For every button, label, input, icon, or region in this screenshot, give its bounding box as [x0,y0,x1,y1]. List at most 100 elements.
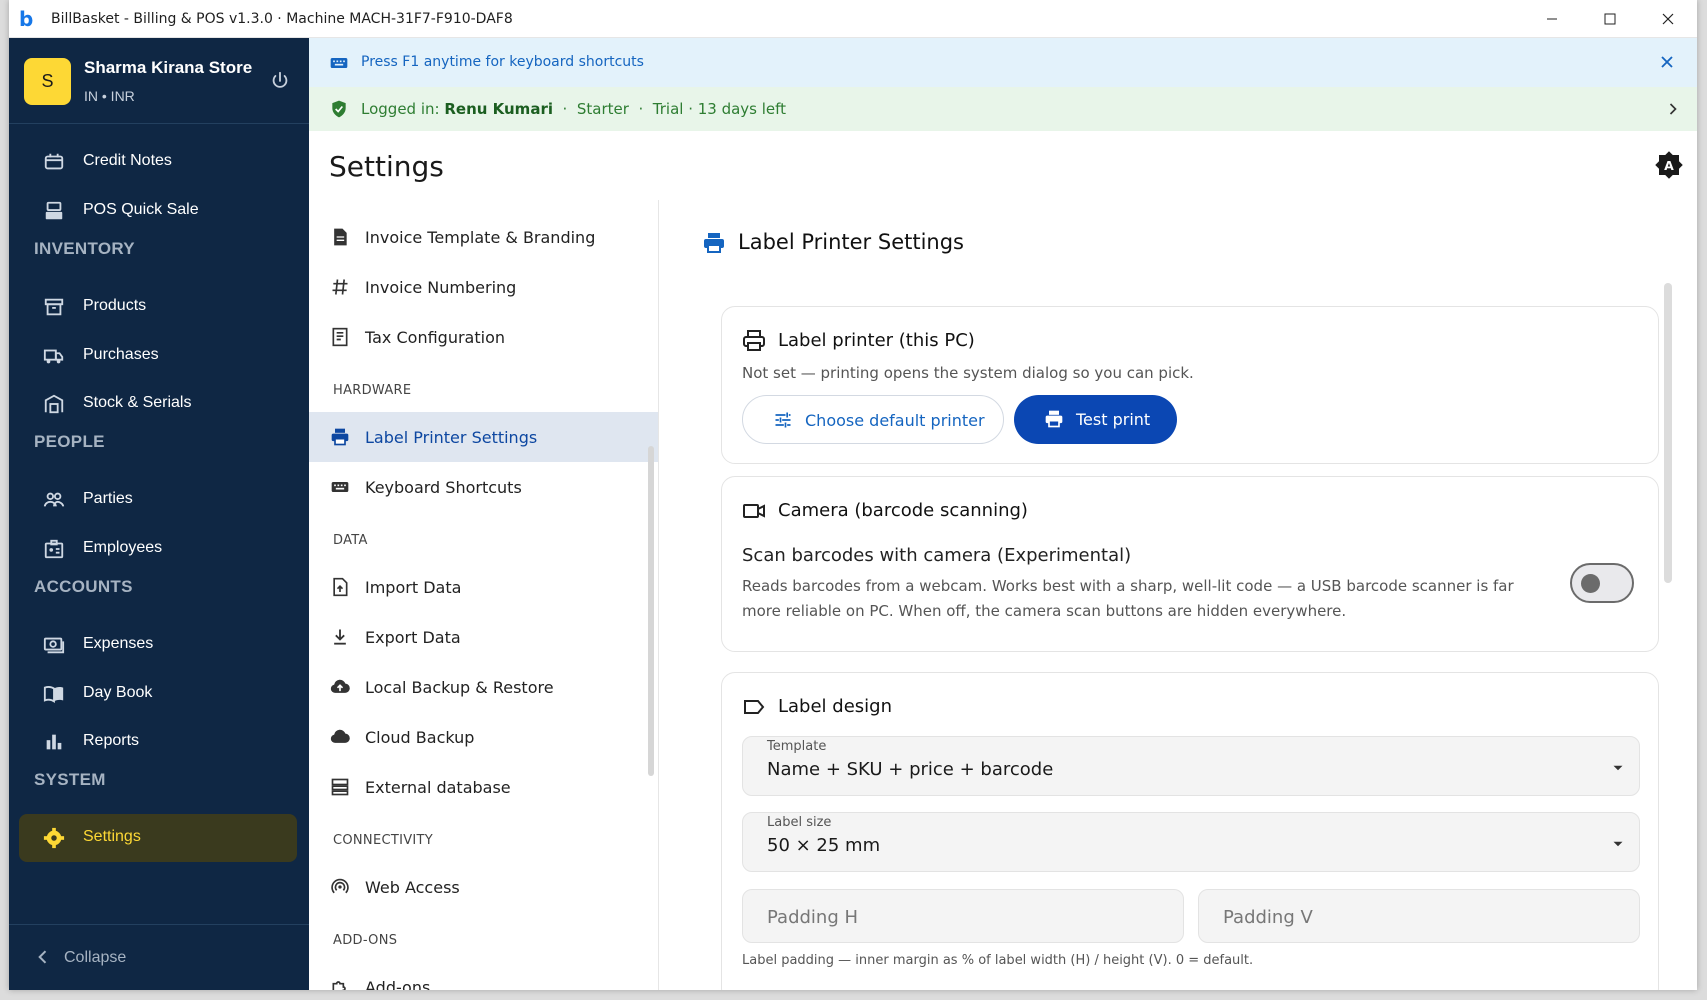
theme-auto-icon[interactable]: A [1654,150,1684,180]
card-title: Label printer (this PC) [778,330,975,351]
svg-text:A: A [1664,158,1674,173]
maximize-button[interactable] [1581,0,1639,38]
hash-icon [332,279,348,295]
gear-icon [43,827,65,849]
sidebar-section-inventory: INVENTORY [34,239,135,258]
content-title: Label Printer Settings [738,230,964,254]
sidebar-item-products[interactable]: Products [19,283,297,331]
label-size-select[interactable]: Label size 50 × 25 mm [742,812,1640,872]
settings-nav-label: Local Backup & Restore [365,678,554,697]
close-window-button[interactable] [1639,0,1697,38]
storage-icon [331,778,349,796]
sidebar-item-label: Expenses [83,635,154,652]
store-avatar[interactable]: S [24,58,71,105]
page-title: Settings [329,150,444,183]
padding-v-input[interactable] [1223,904,1603,930]
printer-outline-icon [743,330,765,351]
badge-icon [44,539,64,559]
settings-nav: Invoice Template & Branding Invoice Numb… [309,200,659,990]
settings-nav-label: Cloud Backup [365,728,475,747]
cloud-icon [330,729,350,743]
settings-nav-local-backup[interactable]: Local Backup & Restore [309,662,658,712]
label-icon [744,700,765,714]
padding-v-field [1198,889,1640,943]
settings-nav-label-printer[interactable]: Label Printer Settings [309,412,658,462]
sidebar-item-pos-quick-sale[interactable]: POS Quick Sale [19,187,297,235]
login-prefix: Logged in: [361,100,440,118]
close-icon[interactable] [1657,52,1677,72]
store-header: S Sharma Kirana Store IN • INR [9,38,309,124]
sidebar-item-credit-notes[interactable]: Credit Notes [19,138,297,186]
card-description: Not set — printing opens the system dial… [742,364,1194,382]
settings-nav-label: Export Data [365,628,461,647]
maximize-icon [1604,13,1616,25]
login-banner[interactable]: Logged in: Renu Kumari · Starter · Trial… [309,87,1697,131]
settings-nav-web-access[interactable]: Web Access [309,862,658,912]
toggle-knob [1581,574,1600,593]
settings-nav-label: Keyboard Shortcuts [365,478,522,497]
settings-nav-invoice-numbering[interactable]: Invoice Numbering [309,262,658,312]
sidebar-item-reports[interactable]: Reports [19,718,297,766]
sidebar-item-settings[interactable]: Settings [19,814,297,862]
camera-card: Camera (barcode scanning) Scan barcodes … [721,476,1659,652]
shield-check-icon [332,100,346,118]
group-icon [43,492,65,507]
sidebar-item-label: Reports [83,732,140,749]
document-icon [334,228,347,246]
settings-nav-scrollbar[interactable] [648,446,654,776]
minimize-button[interactable] [1523,0,1581,38]
camera-scan-desc-line1: Reads barcodes from a webcam. Works best… [742,577,1514,595]
shortcuts-banner-text: Press F1 anytime for keyboard shortcuts [361,54,644,70]
printer-icon [331,428,349,446]
login-banner-text: Logged in: Renu Kumari · Starter · Trial… [361,100,786,118]
sidebar-item-label: POS Quick Sale [83,201,199,218]
padding-h-input[interactable] [767,904,1147,930]
sidebar: S Sharma Kirana Store IN • INR Credit No… [9,38,309,990]
sidebar-item-purchases[interactable]: Purchases [19,332,297,380]
settings-nav-import-data[interactable]: Import Data [309,562,658,612]
button-label: Test print [1076,410,1151,429]
settings-nav-label: Tax Configuration [365,328,505,347]
plan-name: Starter [576,100,629,118]
cloud-upload-icon [330,679,350,693]
arrow-drop-down-icon [1613,765,1623,771]
settings-nav-cloud-backup[interactable]: Cloud Backup [309,712,658,762]
content-scrollbar[interactable] [1664,283,1672,583]
choose-default-printer-button[interactable]: Choose default printer [742,395,1004,444]
settings-nav-export-data[interactable]: Export Data [309,612,658,662]
settings-nav-section-hardware: HARDWARE [333,383,412,398]
collapse-button[interactable]: Collapse [9,924,309,990]
settings-nav-keyboard-shortcuts[interactable]: Keyboard Shortcuts [309,462,658,512]
power-icon[interactable] [269,70,291,92]
template-select[interactable]: Template Name + SKU + price + barcode [742,736,1640,796]
book-icon [43,686,64,704]
sidebar-item-parties[interactable]: Parties [19,476,297,524]
window-controls [1523,0,1697,38]
trial-status: Trial · 13 days left [652,100,787,118]
truck-icon [43,349,64,364]
settings-nav-label: Add-ons [365,978,431,990]
keyboard-icon [330,58,348,68]
sidebar-item-employees[interactable]: Employees [19,525,297,573]
settings-nav-tax-configuration[interactable]: Tax Configuration [309,312,658,362]
download-icon [334,629,346,645]
sidebar-item-day-book[interactable]: Day Book [19,670,297,718]
settings-nav-external-database[interactable]: External database [309,762,658,812]
settings-nav-section-connectivity: CONNECTIVITY [333,833,434,848]
sidebar-item-stock-serials[interactable]: Stock & Serials [19,380,297,428]
sidebar-item-label: Employees [83,539,163,556]
collapse-label: Collapse [64,949,127,966]
settings-nav-section-data: DATA [333,533,368,548]
settings-nav-invoice-template[interactable]: Invoice Template & Branding [309,212,658,262]
sidebar-item-label: Products [83,297,147,314]
settings-nav-add-ons[interactable]: Add-ons [309,962,658,990]
test-print-button[interactable]: Test print [1014,395,1177,444]
field-value: Name + SKU + price + barcode [767,759,1054,780]
camera-scan-desc-line2: more reliable on PC. When off, the camer… [742,602,1347,620]
sidebar-item-label: Day Book [83,684,153,701]
chevron-right-icon[interactable] [1663,99,1683,119]
settings-nav-label: Web Access [365,878,460,897]
sidebar-item-expenses[interactable]: Expenses [19,621,297,669]
camera-scan-toggle[interactable] [1570,563,1634,603]
chevron-left-icon [38,950,47,964]
